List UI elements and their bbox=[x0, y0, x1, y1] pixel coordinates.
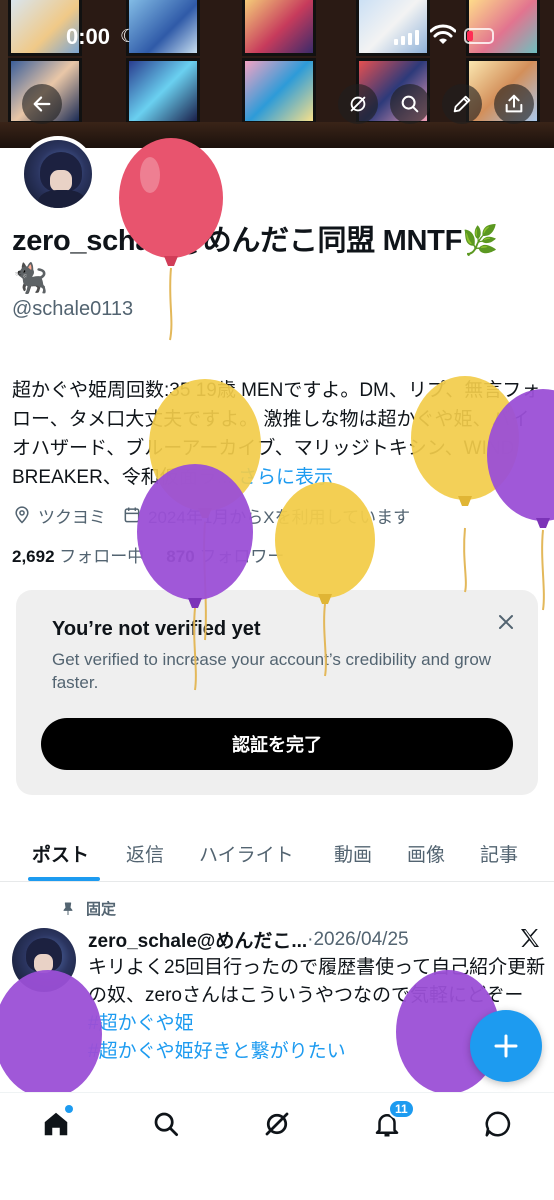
post-header: zero_schale@めんだこ... · 2026/04/25 bbox=[88, 926, 508, 953]
user-handle: @schale0113 bbox=[12, 298, 134, 320]
tab-posts[interactable]: ポスト bbox=[32, 840, 89, 867]
tab-highlights[interactable]: ハイライト bbox=[199, 840, 294, 867]
compose-button[interactable] bbox=[470, 1010, 542, 1082]
verify-title: You’re not verified yet bbox=[52, 618, 261, 640]
home-unread-dot bbox=[65, 1105, 73, 1113]
signal-icon bbox=[394, 30, 419, 45]
joined-text: 2024年1月からXを利用しています bbox=[148, 507, 411, 527]
profile-tabs: ポスト 返信 ハイライト 動画 画像 記事 bbox=[0, 830, 554, 882]
status-time: 0:00 bbox=[66, 24, 111, 49]
edit-button[interactable] bbox=[442, 84, 482, 124]
nav-messages[interactable] bbox=[483, 1109, 513, 1139]
post-author[interactable]: zero_schale@めんだこ... bbox=[88, 926, 307, 953]
following-link[interactable]: 2,692 フォロー中 bbox=[12, 542, 144, 567]
back-button[interactable] bbox=[22, 84, 62, 124]
verify-card: You’re not verified yet Get verified to … bbox=[16, 590, 538, 795]
active-tab-indicator bbox=[28, 877, 100, 881]
location-pin-icon bbox=[15, 506, 29, 524]
nav-grok[interactable] bbox=[262, 1109, 292, 1139]
bio-more-link[interactable]: さらに表示 bbox=[238, 467, 333, 488]
close-icon[interactable] bbox=[494, 610, 518, 634]
status-bar: 0:00 ☾ bbox=[0, 20, 554, 56]
nav-notifications[interactable]: 11 bbox=[372, 1099, 415, 1139]
battery-icon bbox=[464, 28, 494, 44]
search-icon bbox=[401, 95, 419, 113]
following-count: 2,692 bbox=[12, 547, 55, 566]
profile-avatar[interactable] bbox=[20, 136, 96, 212]
home-icon bbox=[44, 1112, 68, 1136]
display-name: zero_schale@めんだこ同盟 MNTF🌿🐈‍⬛ bbox=[12, 225, 498, 295]
x-logo-icon bbox=[521, 929, 539, 947]
tab-replies[interactable]: 返信 bbox=[126, 840, 164, 867]
followers-count: 870 bbox=[166, 547, 195, 566]
grok-button[interactable] bbox=[338, 84, 378, 124]
grok-icon bbox=[265, 1112, 289, 1136]
search-button[interactable] bbox=[390, 84, 430, 124]
profile-meta: ツクヨミ 2024年1月からXを利用しています bbox=[12, 502, 410, 528]
bottom-nav: 11 bbox=[0, 1092, 554, 1200]
banner-frame bbox=[0, 0, 8, 122]
calendar-icon bbox=[124, 507, 140, 523]
follow-stats: 2,692 フォロー中 870 フォロワー bbox=[12, 542, 284, 567]
back-arrow-icon bbox=[33, 96, 51, 112]
search-icon bbox=[154, 1112, 178, 1136]
share-icon bbox=[505, 94, 523, 113]
moon-icon: ☾ bbox=[120, 26, 137, 46]
followers-link[interactable]: 870 フォロワー bbox=[166, 542, 284, 567]
nav-home[interactable] bbox=[41, 1105, 73, 1139]
tab-images[interactable]: 画像 bbox=[407, 840, 445, 867]
tab-videos[interactable]: 動画 bbox=[334, 840, 372, 867]
pinned-text: 固定 bbox=[86, 901, 117, 918]
verify-description: Get verified to increase your account’s … bbox=[52, 650, 492, 692]
nav-search[interactable] bbox=[151, 1109, 181, 1139]
location-text: ツクヨミ bbox=[38, 507, 106, 527]
post-avatar[interactable] bbox=[12, 928, 76, 992]
pencil-icon bbox=[453, 95, 471, 113]
profile-bio: 超かぐや姫周回数:35 19歳 MENですよ。DM、リプ、無言フォロー、タメ口大… bbox=[12, 376, 544, 492]
followers-label: フォロワー bbox=[199, 547, 285, 566]
wifi-icon bbox=[430, 24, 456, 44]
banner-poster bbox=[126, 58, 200, 124]
notification-badge: 11 bbox=[388, 1099, 415, 1119]
post-text: キリよく25回目行ったので履歴書使って自己紹介更新の奴、zeroさんはこういうや… bbox=[88, 957, 546, 1006]
tab-articles[interactable]: 記事 bbox=[480, 840, 518, 867]
following-label: フォロー中 bbox=[59, 547, 145, 566]
grok-icon bbox=[350, 96, 366, 112]
complete-verification-button[interactable]: 認証を完了 bbox=[41, 718, 513, 770]
pin-icon bbox=[63, 902, 73, 915]
battery-level bbox=[467, 31, 473, 41]
banner-poster bbox=[242, 58, 316, 124]
plus-icon bbox=[494, 1034, 518, 1058]
banner-floor bbox=[0, 122, 554, 148]
pinned-label: 固定 bbox=[60, 898, 116, 919]
post-date[interactable]: 2026/04/25 bbox=[313, 929, 408, 951]
chat-icon bbox=[485, 1111, 511, 1137]
share-button[interactable] bbox=[494, 84, 534, 124]
